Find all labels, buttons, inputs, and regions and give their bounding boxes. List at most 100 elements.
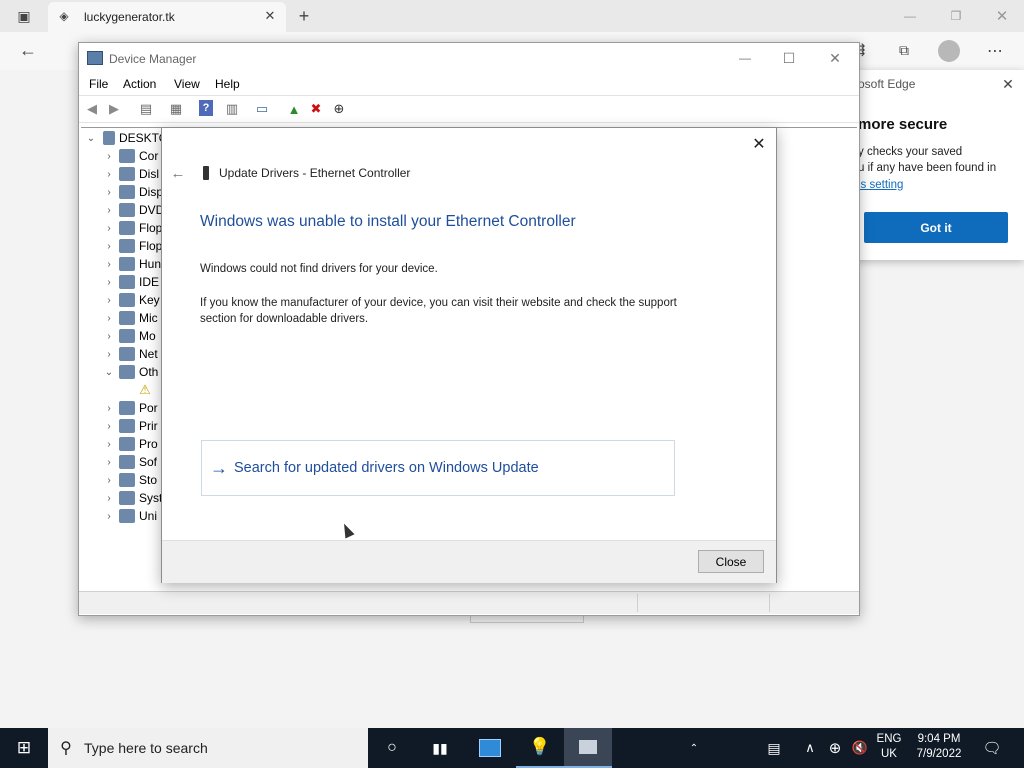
- taskbar-search-box[interactable]: ⚲ Type here to search: [48, 728, 368, 768]
- collections-icon[interactable]: ⧉: [894, 40, 914, 60]
- chevron-right-icon[interactable]: ›: [103, 169, 115, 180]
- search-option-label: Search for updated drivers on Windows Up…: [234, 460, 539, 476]
- menu-view[interactable]: View: [174, 77, 200, 91]
- tips-icon[interactable]: 💡: [516, 728, 564, 768]
- close-button[interactable]: Close: [698, 550, 764, 573]
- app-icon[interactable]: [466, 728, 514, 768]
- properties-icon[interactable]: ▦: [167, 100, 185, 118]
- profile-icon[interactable]: [938, 40, 960, 62]
- maximize-icon[interactable]: ☐: [779, 49, 799, 67]
- popup-text-line2: u if any have been found in: [858, 162, 997, 174]
- scroll-arrows-icon[interactable]: ⌃: [684, 728, 704, 768]
- back-arrow-icon[interactable]: ←: [168, 163, 188, 183]
- more-icon[interactable]: ⋯: [984, 40, 1006, 62]
- browser-tab-bar: ▣ ◈ luckygenerator.tk ✕ + — ❐ ✕: [0, 0, 1024, 32]
- task-view-icon[interactable]: ▮▮: [416, 728, 464, 768]
- dialog-message-2b: section for downloadable drivers.: [200, 313, 369, 325]
- device-icon: [119, 257, 135, 271]
- uninstall-icon[interactable]: ✖: [307, 100, 325, 118]
- menu-file[interactable]: File: [89, 77, 108, 91]
- got-it-button[interactable]: Got it: [864, 212, 1008, 243]
- computer-icon: [103, 131, 115, 145]
- dialog-message-2a: If you know the manufacturer of your dev…: [200, 297, 677, 309]
- minimize-icon[interactable]: —: [735, 49, 755, 67]
- chevron-right-icon[interactable]: ›: [103, 223, 115, 234]
- search-icon: ⚲: [60, 740, 72, 757]
- popup-settings-link[interactable]: is setting: [858, 179, 903, 191]
- chevron-up-icon[interactable]: ∧: [798, 728, 822, 768]
- back-icon[interactable]: ←: [16, 38, 40, 62]
- close-icon[interactable]: ✕: [748, 133, 770, 155]
- device-manager-icon: [87, 51, 103, 65]
- browser-tab-title: luckygenerator.tk: [84, 10, 175, 24]
- chevron-right-icon[interactable]: ›: [103, 439, 115, 450]
- device-icon: [119, 401, 135, 415]
- news-icon[interactable]: ▤: [756, 728, 792, 768]
- download-icon[interactable]: ⊕: [330, 100, 348, 118]
- search-windows-update-option[interactable]: → Search for updated drivers on Windows …: [201, 440, 675, 496]
- update-driver-icon[interactable]: ▲: [285, 100, 303, 118]
- clock-time: 9:04 PM: [917, 733, 961, 745]
- window-close-icon[interactable]: ✕: [990, 4, 1014, 28]
- dialog-footer: Close: [162, 540, 776, 583]
- popup-text-line1: y checks your saved: [858, 146, 963, 158]
- clock[interactable]: 9:04 PM 7/9/2022: [906, 732, 972, 766]
- chevron-right-icon[interactable]: ›: [103, 259, 115, 270]
- show-hide-tree-icon[interactable]: ▤: [137, 100, 155, 118]
- device-manager-taskbar-icon[interactable]: [564, 728, 612, 768]
- help-icon[interactable]: ?: [199, 100, 213, 116]
- chevron-right-icon[interactable]: ›: [103, 295, 115, 306]
- cortana-icon[interactable]: ○: [368, 728, 416, 768]
- device-icon: [119, 275, 135, 289]
- chevron-right-icon[interactable]: ›: [103, 475, 115, 486]
- menu-action[interactable]: Action: [123, 77, 156, 91]
- new-tab-icon[interactable]: +: [292, 4, 316, 28]
- browser-tab[interactable]: ◈ luckygenerator.tk ✕: [48, 2, 286, 32]
- chevron-right-icon[interactable]: ›: [103, 277, 115, 288]
- chevron-right-icon[interactable]: ›: [103, 403, 115, 414]
- forward-arrow-icon[interactable]: ▶: [105, 100, 123, 118]
- chevron-right-icon[interactable]: ›: [103, 313, 115, 324]
- device-manager-toolbar: ◀ ▶ ▤ ▦ ? ▥ ▭ ▲ ✖ ⊕: [79, 95, 859, 123]
- close-icon[interactable]: ✕: [262, 8, 278, 24]
- chevron-right-icon[interactable]: ›: [103, 331, 115, 342]
- device-icon: [119, 437, 135, 451]
- back-arrow-icon[interactable]: ◀: [83, 100, 101, 118]
- chevron-down-icon[interactable]: ⌄: [103, 367, 115, 378]
- network-icon[interactable]: ⊕: [822, 728, 848, 768]
- device-icon: [119, 365, 135, 379]
- restore-icon[interactable]: ❐: [944, 4, 968, 28]
- close-icon[interactable]: ✕: [825, 49, 845, 67]
- scan-hardware-icon[interactable]: ▭: [253, 100, 271, 118]
- notification-icon[interactable]: 🗨: [972, 728, 1012, 768]
- chevron-right-icon[interactable]: ›: [103, 349, 115, 360]
- device-icon: [119, 185, 135, 199]
- chevron-right-icon[interactable]: ›: [103, 511, 115, 522]
- chevron-right-icon[interactable]: ›: [103, 421, 115, 432]
- menu-help[interactable]: Help: [215, 77, 240, 91]
- view-icon[interactable]: ▥: [223, 100, 241, 118]
- device-icon: [119, 329, 135, 343]
- language-indicator[interactable]: ENG UK: [872, 732, 906, 766]
- status-divider: [637, 594, 638, 612]
- chevron-right-icon[interactable]: ›: [103, 457, 115, 468]
- chevron-right-icon[interactable]: ›: [103, 241, 115, 252]
- dialog-heading: Windows was unable to install your Ether…: [200, 213, 576, 230]
- chevron-right-icon[interactable]: ›: [103, 493, 115, 504]
- tab-actions-icon[interactable]: ▣: [14, 6, 34, 26]
- update-drivers-dialog: ✕ ← Update Drivers - Ethernet Controller…: [161, 127, 777, 583]
- close-icon[interactable]: ✕: [998, 74, 1018, 94]
- device-manager-titlebar: Device Manager — ☐ ✕: [79, 43, 859, 73]
- chevron-right-icon[interactable]: ›: [103, 187, 115, 198]
- device-manager-menubar: File Action View Help: [79, 73, 859, 95]
- minimize-icon[interactable]: —: [898, 4, 922, 28]
- device-icon: [119, 509, 135, 523]
- chevron-right-icon[interactable]: ›: [103, 151, 115, 162]
- chevron-down-icon[interactable]: ⌄: [85, 133, 97, 144]
- chevron-right-icon[interactable]: ›: [103, 205, 115, 216]
- popup-title: osoft Edge: [858, 77, 916, 91]
- dialog-message-1: Windows could not find drivers for your …: [200, 263, 438, 275]
- windows-start-icon[interactable]: ⊞: [0, 728, 48, 768]
- search-placeholder: Type here to search: [84, 740, 208, 756]
- volume-muted-icon[interactable]: 🔇: [848, 728, 872, 768]
